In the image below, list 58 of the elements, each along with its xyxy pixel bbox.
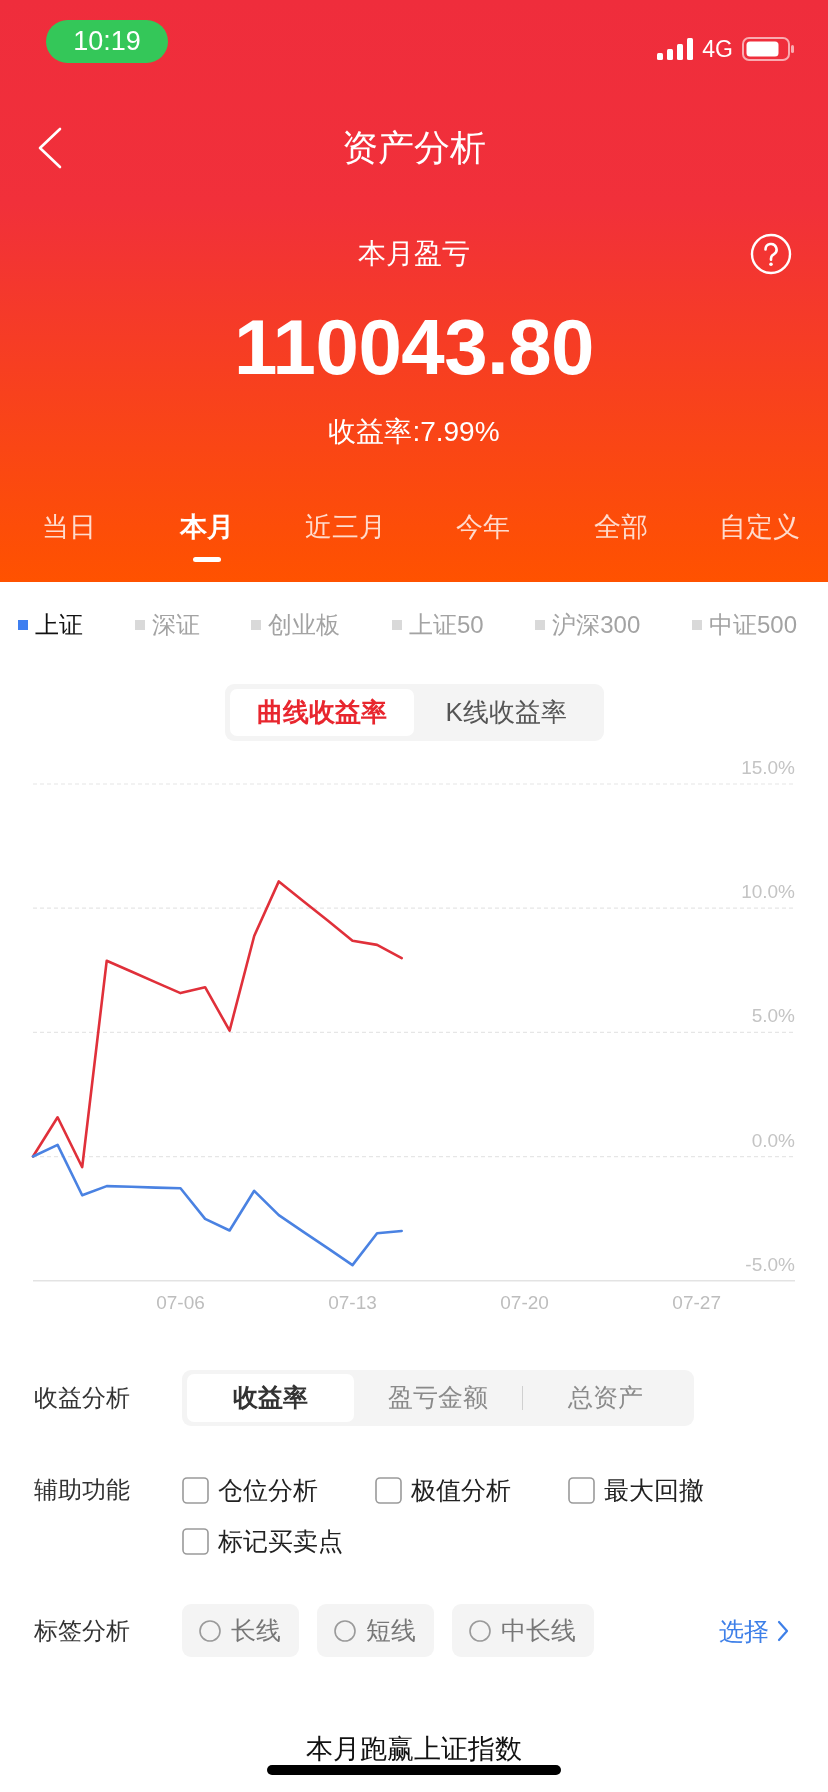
status-time: 10:19	[46, 20, 168, 63]
checkbox[interactable]	[375, 1476, 402, 1504]
period-tab[interactable]: 近三月	[276, 490, 414, 565]
chevron-right-icon	[777, 1619, 789, 1642]
checkbox-label[interactable]: 极值分析	[411, 1474, 511, 1506]
period-tab[interactable]: 全部	[552, 490, 690, 565]
y-axis-label: 5.0%	[751, 1005, 795, 1027]
checkbox-label[interactable]: 最大回撤	[604, 1474, 704, 1506]
section-label: 收益分析	[33, 1383, 131, 1413]
chart-mode-tab[interactable]: K线收益率	[414, 689, 599, 736]
index-legend-item[interactable]: 深证	[134, 610, 200, 640]
return-rate: 收益率:7.99%	[327, 415, 501, 449]
battery-icon	[742, 37, 794, 61]
checkbox[interactable]	[182, 1527, 209, 1555]
signal-icon	[657, 38, 694, 60]
checkbox[interactable]	[182, 1476, 209, 1504]
tag-option-button[interactable]: 长线	[182, 1604, 299, 1657]
page-title: 资产分析	[341, 126, 487, 170]
section-label: 辅助功能	[33, 1475, 131, 1505]
x-axis-label: 07-13	[328, 1292, 377, 1313]
legend-marker-icon	[251, 620, 262, 630]
profit-amount: 110043.80	[233, 302, 595, 392]
tag-option-button[interactable]: 中长线	[452, 1604, 594, 1657]
legend-marker-icon	[134, 620, 145, 630]
legend-marker-icon	[691, 620, 702, 630]
index-legend-item[interactable]: 上证50	[391, 610, 484, 640]
question-circle-icon[interactable]	[750, 233, 792, 275]
section-label: 标签分析	[33, 1616, 131, 1646]
y-axis-label: 0.0%	[751, 1129, 795, 1151]
index-legend-item[interactable]: 上证	[18, 610, 83, 640]
segment-tab[interactable]: 盈亏金额	[354, 1374, 522, 1422]
checkbox[interactable]	[568, 1476, 595, 1504]
tag-option-button[interactable]: 短线	[317, 1604, 434, 1657]
index-legend-item[interactable]: 创业板	[251, 610, 341, 640]
x-axis-label: 07-20	[500, 1292, 549, 1313]
select-link[interactable]: 选择	[719, 1614, 789, 1647]
chart-mode-tab[interactable]: 曲线收益率	[229, 689, 414, 736]
segment-tab[interactable]: 收益率	[187, 1374, 355, 1422]
index-legend-item[interactable]: 中证500	[691, 610, 797, 640]
footer-title: 本月跑赢上证指数	[305, 1733, 523, 1766]
network-label: 4G	[702, 37, 733, 61]
period-tab[interactable]: 本月	[138, 490, 276, 565]
checkbox-label[interactable]: 标记买卖点	[218, 1525, 343, 1557]
legend-marker-icon	[391, 620, 402, 630]
chevron-left-icon[interactable]	[37, 127, 63, 169]
summary-label: 本月盈亏	[357, 237, 471, 271]
y-axis-label: -5.0%	[745, 1253, 795, 1275]
period-tab[interactable]: 自定义	[690, 490, 828, 565]
period-tab[interactable]: 今年	[414, 490, 552, 565]
y-axis-label: 10.0%	[741, 881, 795, 903]
index-legend-item[interactable]: 沪深300	[535, 610, 641, 640]
period-tab[interactable]: 当日	[0, 490, 138, 565]
checkbox-label[interactable]: 仓位分析	[218, 1474, 318, 1506]
legend-marker-icon	[18, 620, 28, 630]
x-axis-label: 07-06	[156, 1292, 205, 1313]
legend-marker-icon	[535, 620, 546, 630]
y-axis-label: 15.0%	[741, 757, 795, 778]
x-axis-label: 07-27	[672, 1292, 721, 1313]
